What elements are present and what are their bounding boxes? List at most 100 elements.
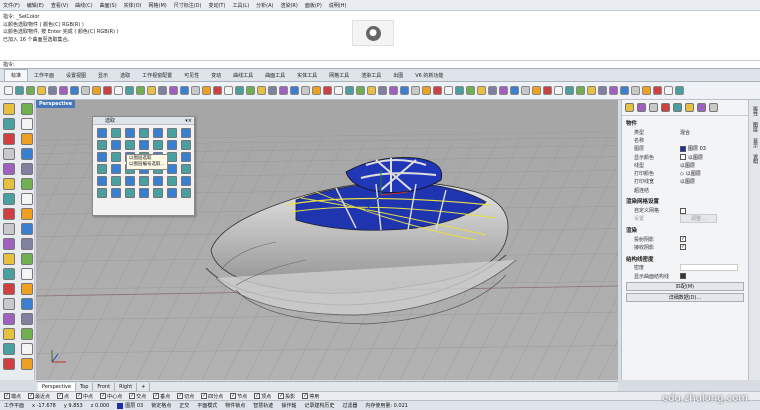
side-tab[interactable]: 说明: [752, 154, 759, 164]
osnap-checkbox[interactable]: ✓: [254, 393, 261, 399]
tool-icon[interactable]: [21, 343, 33, 355]
custom-mesh-checkbox[interactable]: [680, 207, 686, 214]
toolbar-button-icon[interactable]: [268, 86, 277, 95]
toolbar-tab[interactable]: 工作平面: [28, 70, 60, 81]
menu-item[interactable]: 尺寸标注(D): [174, 2, 202, 9]
property-value[interactable]: 以图层: [680, 178, 695, 185]
toolbar-button-icon[interactable]: [136, 86, 145, 95]
toolbar-button-icon[interactable]: [510, 86, 519, 95]
grid-snap-toggle[interactable]: 锁定格点: [151, 402, 171, 409]
planar-toggle[interactable]: 平面模式: [197, 402, 217, 409]
tool-icon[interactable]: [3, 148, 15, 160]
property-row[interactable]: 超连结: [622, 186, 748, 194]
property-value[interactable]: 以图层: [680, 154, 703, 161]
osnap-item[interactable]: ✓ 停用: [302, 393, 319, 400]
select-tool-icon[interactable]: [181, 140, 191, 150]
select-tool-icon[interactable]: [167, 176, 177, 186]
osnap-item[interactable]: ✓ 节点: [230, 393, 247, 400]
select-tool-icon[interactable]: [97, 176, 107, 186]
select-tool-icon[interactable]: [125, 140, 135, 150]
osnap-checkbox[interactable]: ✓: [57, 393, 64, 399]
toolbar-button-icon[interactable]: [565, 86, 574, 95]
toolbar-tab[interactable]: 实体工具: [291, 70, 323, 81]
toolbar-button-icon[interactable]: [587, 86, 596, 95]
select-tool-icon[interactable]: [111, 152, 121, 162]
property-row[interactable]: 类型 混合: [622, 128, 748, 136]
tool-icon[interactable]: [21, 298, 33, 310]
viewport-tab[interactable]: Top: [76, 382, 94, 391]
tool-icon[interactable]: [21, 328, 33, 340]
tool-icon[interactable]: [21, 193, 33, 205]
select-tool-icon[interactable]: [181, 176, 191, 186]
toolbar-button-icon[interactable]: [26, 86, 35, 95]
select-tool-icon[interactable]: [97, 140, 107, 150]
select-tool-icon[interactable]: [153, 188, 163, 198]
side-tab[interactable]: 显示: [752, 138, 759, 148]
osnap-checkbox[interactable]: ✓: [4, 393, 10, 399]
toolbar-button-icon[interactable]: [631, 86, 640, 95]
toolbar-button-icon[interactable]: [235, 86, 244, 95]
toolbar-button-icon[interactable]: [477, 86, 486, 95]
select-tool-icon[interactable]: [97, 164, 107, 174]
select-tool-icon[interactable]: [97, 152, 107, 162]
toolbar-button-icon[interactable]: [257, 86, 266, 95]
recording-overlay[interactable]: ●: [352, 20, 394, 46]
select-tool-icon[interactable]: [139, 140, 149, 150]
menu-item[interactable]: 工具(L): [232, 2, 249, 9]
toolbar-button-icon[interactable]: [620, 86, 629, 95]
gumball-toggle[interactable]: 操作轴: [281, 402, 296, 409]
select-tool-icon[interactable]: [111, 128, 121, 138]
toolbar-button-icon[interactable]: [367, 86, 376, 95]
toolbar-button-icon[interactable]: [356, 86, 365, 95]
menu-item[interactable]: 编辑(E): [27, 2, 44, 9]
popup-header[interactable]: 选取 ▾×: [93, 117, 194, 125]
property-row[interactable]: 打印颜色 ◇ 以图层: [622, 169, 748, 178]
toolbar-button-icon[interactable]: [675, 86, 684, 95]
toolbar-button-icon[interactable]: [312, 86, 321, 95]
tool-icon[interactable]: [3, 133, 15, 145]
osnap-item[interactable]: ✓ 切点: [177, 393, 194, 400]
toolbar-button-icon[interactable]: [279, 86, 288, 95]
toolbar-button-icon[interactable]: [202, 86, 211, 95]
toolbar-button-icon[interactable]: [158, 86, 167, 95]
select-tool-icon[interactable]: [181, 188, 191, 198]
property-value[interactable]: 图层 03: [680, 145, 706, 152]
tool-icon[interactable]: [3, 253, 15, 265]
side-tab[interactable]: 属性: [752, 106, 759, 116]
toolbar-button-icon[interactable]: [37, 86, 46, 95]
property-row[interactable]: 打印线宽 以图层: [622, 178, 748, 186]
density-row[interactable]: 密度: [622, 264, 748, 272]
show-isocurves-checkbox[interactable]: [680, 273, 686, 279]
toolbar-button-icon[interactable]: [543, 86, 552, 95]
smarttrack-toggle[interactable]: 智慧轨迹: [253, 402, 273, 409]
tool-icon[interactable]: [3, 283, 15, 295]
select-tool-icon[interactable]: [167, 164, 177, 174]
toolbar-button-icon[interactable]: [301, 86, 310, 95]
osnap-checkbox[interactable]: ✓: [76, 393, 83, 399]
toolbar-button-icon[interactable]: [411, 86, 420, 95]
toolbar-button-icon[interactable]: [15, 86, 24, 95]
toolbar-button-icon[interactable]: [521, 86, 530, 95]
menu-item[interactable]: 网格(M): [149, 2, 167, 9]
select-tool-icon[interactable]: [125, 128, 135, 138]
toolbar-button-icon[interactable]: [4, 86, 13, 95]
toolbar-button-icon[interactable]: [422, 86, 431, 95]
tool-icon[interactable]: [3, 238, 15, 250]
toolbar-button-icon[interactable]: [488, 86, 497, 95]
adjust-button[interactable]: 调整...: [680, 214, 717, 224]
property-row[interactable]: 线型 以图层: [622, 161, 748, 169]
select-tool-icon[interactable]: [97, 188, 107, 198]
ortho-toggle[interactable]: 正交: [179, 402, 189, 409]
toolbar-tab[interactable]: 曲线工具: [227, 70, 259, 81]
select-tool-icon[interactable]: [181, 152, 191, 162]
select-tool-icon[interactable]: [111, 140, 121, 150]
property-row[interactable]: 名称: [622, 136, 748, 144]
toolbar-tab[interactable]: 变动: [205, 70, 227, 81]
viewport-tab[interactable]: Right: [115, 382, 138, 391]
select-tool-icon[interactable]: [111, 176, 121, 186]
osnap-checkbox[interactable]: ✓: [153, 393, 160, 399]
toolbar-tab[interactable]: 显示: [92, 70, 114, 81]
tool-icon[interactable]: [3, 193, 15, 205]
receive-shadows-checkbox[interactable]: ✓: [680, 244, 686, 251]
panel-tab-icon[interactable]: [697, 103, 706, 112]
